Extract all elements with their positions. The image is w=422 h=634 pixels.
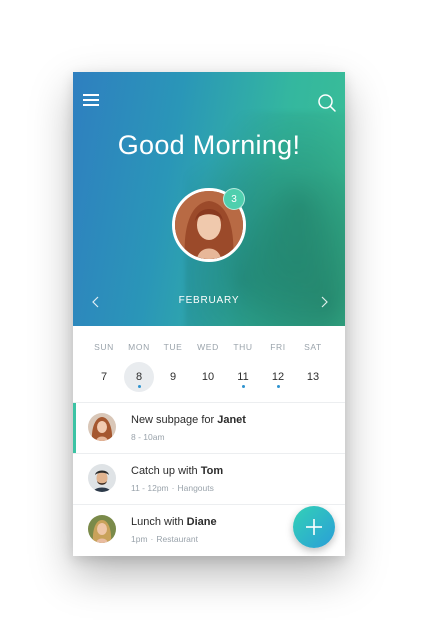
day-tue[interactable]: TUE 9: [156, 326, 190, 388]
plus-icon: [306, 519, 322, 535]
notification-badge: 3: [223, 188, 245, 210]
week-strip: SUN 7 MON 8 TUE 9 WED 10 THU 11 FRI 12 S…: [73, 326, 345, 402]
day-name: SAT: [304, 342, 322, 352]
day-number: 12: [271, 371, 285, 383]
event-title: Lunch with Diane: [131, 516, 217, 528]
day-fri[interactable]: FRI 12: [261, 326, 295, 388]
event-location: Hangouts: [177, 483, 214, 493]
day-sun[interactable]: SUN 7: [87, 326, 121, 388]
day-number: 13: [306, 371, 320, 383]
event-details: 8 - 10am: [131, 432, 165, 442]
event-item[interactable]: New subpage for Janet 8 - 10am: [73, 402, 345, 454]
event-item[interactable]: Catch up with Tom 11 - 12pm · Hangouts: [73, 453, 345, 504]
day-number: 7: [100, 371, 108, 383]
event-title: New subpage for Janet: [131, 414, 246, 426]
event-location: Restaurant: [156, 534, 198, 544]
search-icon[interactable]: [317, 93, 337, 113]
event-time: 1pm: [131, 534, 148, 544]
event-details: 11 - 12pm · Hangouts: [131, 483, 214, 493]
chevron-right-icon[interactable]: [317, 294, 331, 310]
avatar: [88, 464, 116, 492]
day-name: MON: [128, 342, 150, 352]
day-name: TUE: [163, 342, 183, 352]
header: Good Morning! 3 FEBRUARY: [73, 72, 345, 326]
day-number: 10: [201, 371, 215, 383]
hamburger-menu-icon[interactable]: [83, 92, 101, 108]
day-sat[interactable]: SAT 13: [296, 326, 330, 388]
day-wed[interactable]: WED 10: [191, 326, 225, 388]
app-screen: Good Morning! 3 FEBRUARY SUN 7 MON 8 TUE…: [73, 72, 345, 556]
day-name: THU: [233, 342, 253, 352]
day-name: WED: [197, 342, 219, 352]
month-selector: FEBRUARY: [73, 294, 345, 310]
event-details: 1pm · Restaurant: [131, 534, 198, 544]
event-time: 8 - 10am: [131, 432, 165, 442]
day-name: FRI: [270, 342, 286, 352]
avatar: [88, 515, 116, 543]
day-number: 11: [237, 371, 249, 383]
greeting-title: Good Morning!: [117, 130, 301, 160]
day-mon[interactable]: MON 8: [122, 326, 156, 392]
day-number: 9: [169, 371, 177, 383]
event-time: 11 - 12pm: [131, 483, 169, 493]
day-thu[interactable]: THU 11: [226, 326, 260, 388]
month-label: FEBRUARY: [178, 295, 240, 306]
avatar: [88, 413, 116, 441]
add-event-button[interactable]: [293, 506, 335, 548]
event-title: Catch up with Tom: [131, 465, 224, 477]
day-name: SUN: [94, 342, 114, 352]
